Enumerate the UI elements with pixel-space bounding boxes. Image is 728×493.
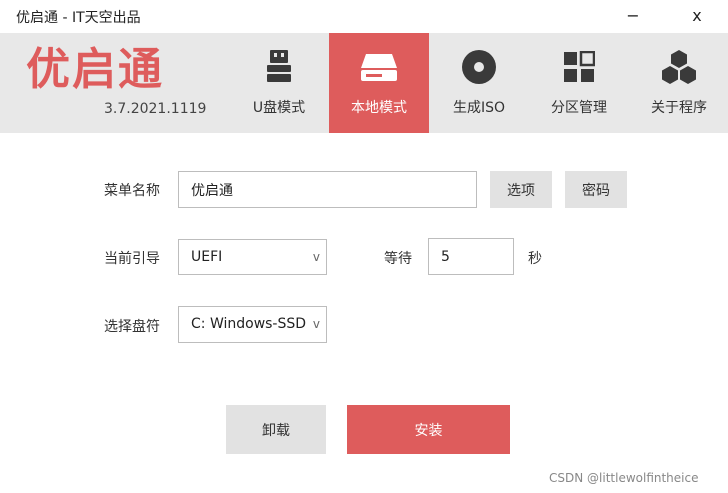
tab-partition-manager[interactable]: 分区管理: [529, 33, 629, 133]
tab-label: U盘模式: [252, 100, 306, 116]
tab-about[interactable]: 关于程序: [629, 33, 728, 133]
close-button[interactable]: x: [674, 2, 720, 32]
disc-icon: [429, 47, 529, 87]
drive-value: C: Windows-SSD: [191, 316, 307, 332]
uninstall-button[interactable]: 卸载: [226, 405, 326, 454]
tab-label: 关于程序: [651, 100, 707, 116]
boot-mode-label: 当前引导: [104, 251, 160, 267]
menu-name-input[interactable]: [178, 171, 477, 208]
tab-label: 生成ISO: [452, 100, 506, 116]
wait-label: 等待: [384, 251, 412, 267]
options-button[interactable]: 选项: [490, 171, 552, 208]
version-label: 3.7.2021.1119: [104, 101, 207, 117]
tab-local-mode[interactable]: 本地模式: [329, 33, 429, 133]
drive-label: 选择盘符: [104, 319, 160, 335]
chevron-down-icon: v: [312, 250, 320, 264]
install-button[interactable]: 安装: [347, 405, 510, 454]
boot-mode-value: UEFI: [191, 249, 223, 265]
tab-label: 本地模式: [351, 100, 407, 116]
app-logo: 优启通: [26, 44, 164, 95]
boot-mode-select[interactable]: UEFI v: [178, 239, 327, 275]
tab-usb-mode[interactable]: U盘模式: [229, 33, 329, 133]
window-title: 优启通 - IT天空出品: [16, 10, 141, 26]
menu-name-label: 菜单名称: [104, 183, 160, 199]
seconds-unit-label: 秒: [528, 251, 542, 267]
drive-select[interactable]: C: Windows-SSD v: [178, 306, 327, 343]
usb-drive-icon: [229, 47, 329, 87]
partition-grid-icon: [529, 47, 629, 87]
hard-disk-icon: [329, 47, 429, 87]
header-bar: 优启通 3.7.2021.1119 U盘模式 本地模式 生成ISO 分区管理 关…: [0, 33, 728, 133]
tab-label: 分区管理: [551, 100, 607, 116]
minimize-button[interactable]: −: [610, 2, 656, 32]
chevron-down-icon: v: [312, 317, 320, 331]
title-bar: 优启通 - IT天空出品 − x: [0, 0, 728, 33]
watermark: CSDN @littlewolfintheice: [549, 471, 699, 485]
hexagons-icon: [629, 47, 728, 87]
tab-create-iso[interactable]: 生成ISO: [429, 33, 529, 133]
password-button[interactable]: 密码: [565, 171, 627, 208]
wait-seconds-input[interactable]: [428, 238, 514, 275]
